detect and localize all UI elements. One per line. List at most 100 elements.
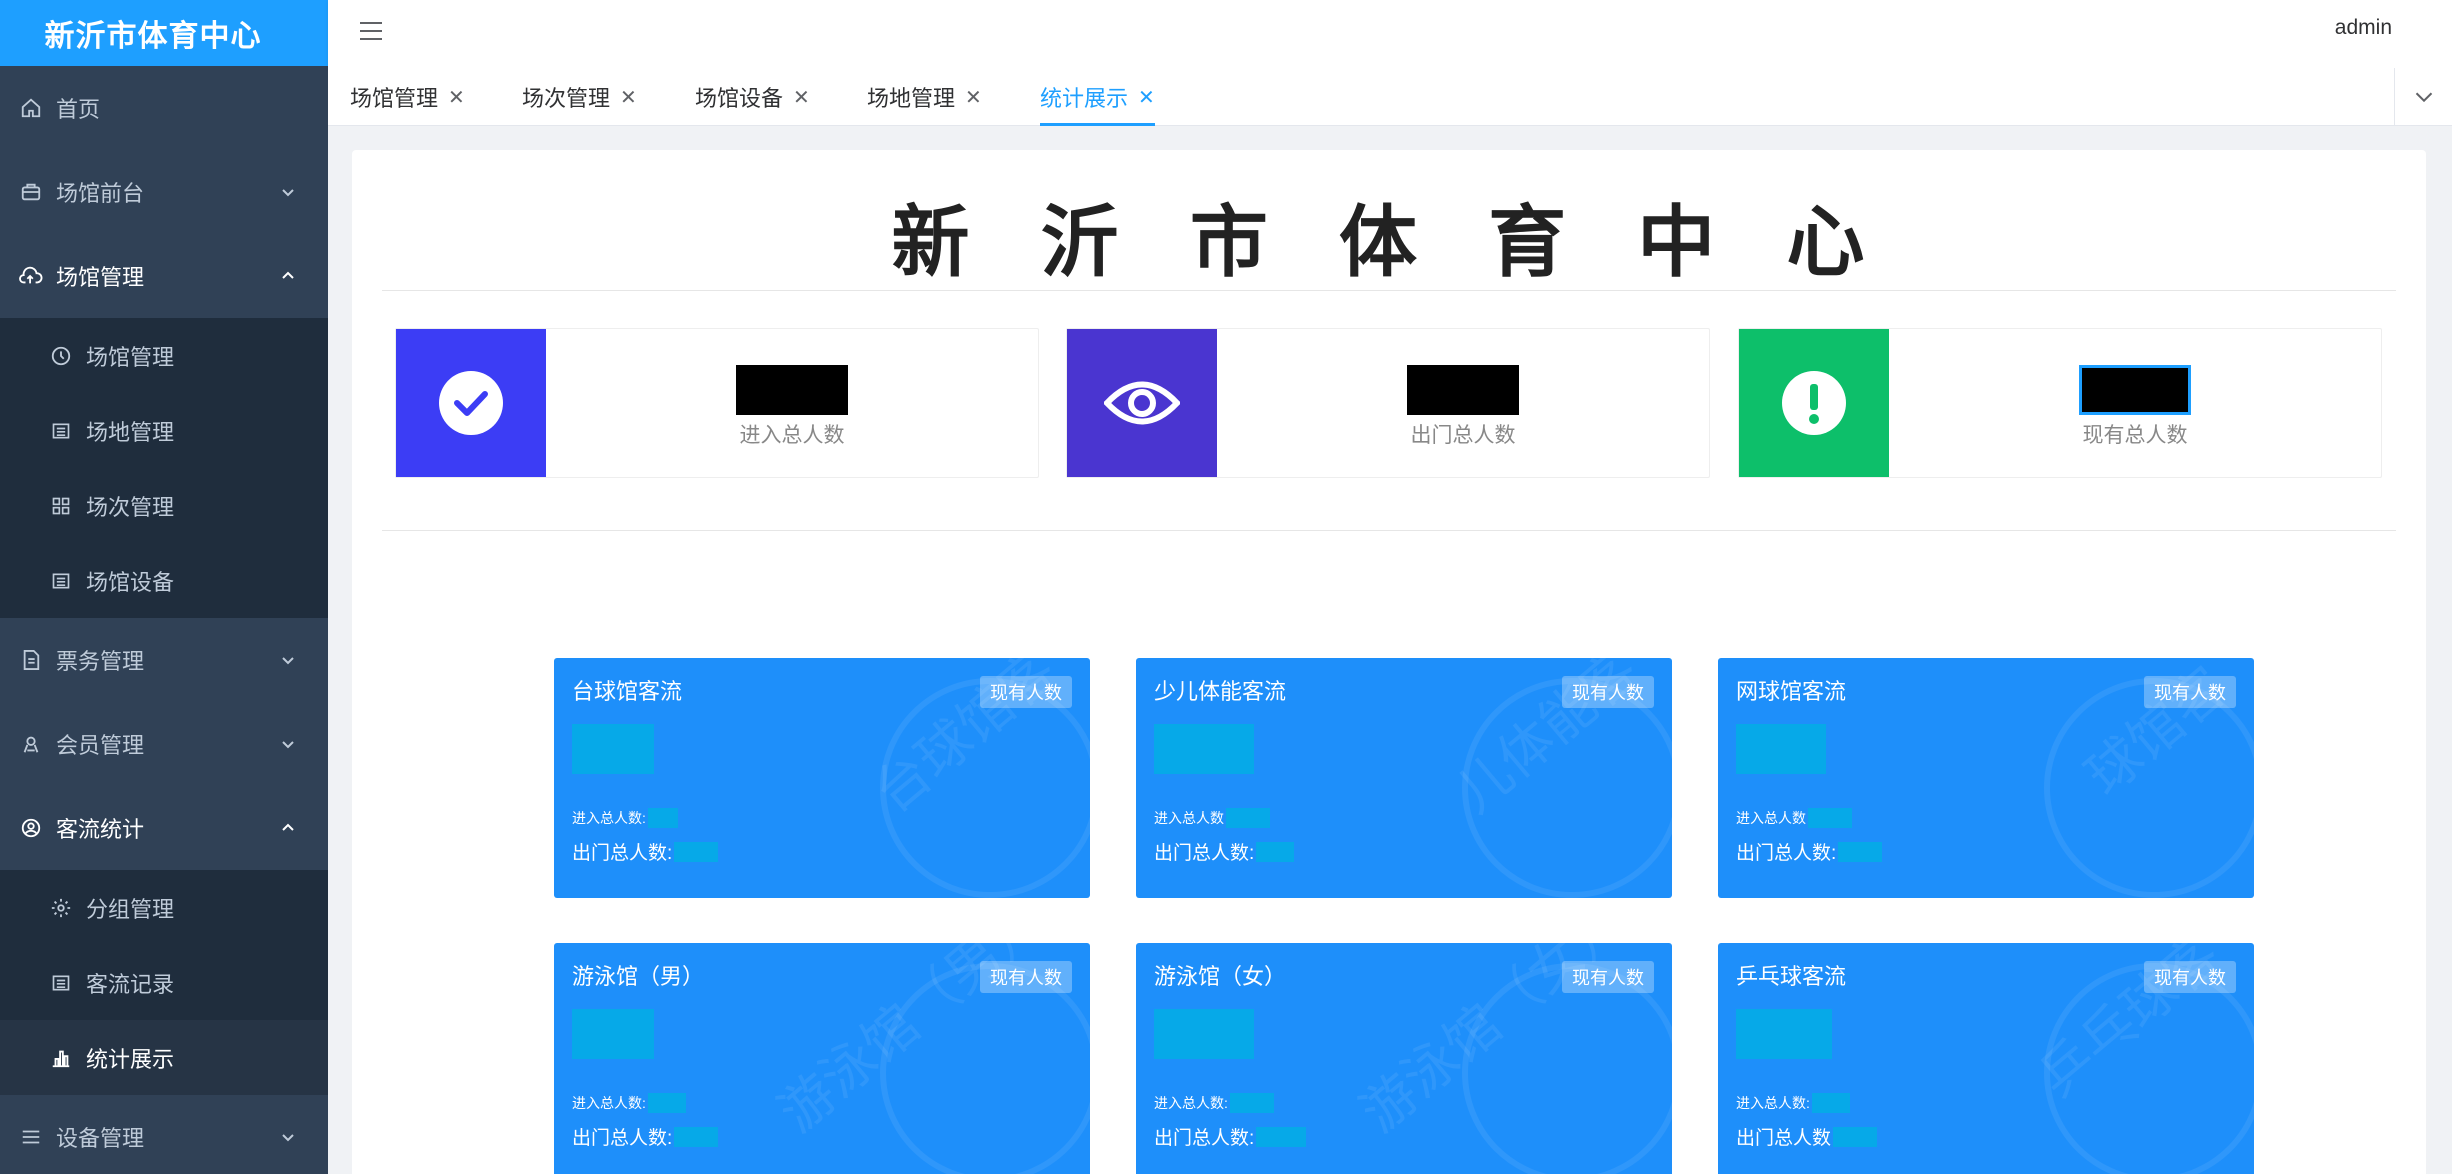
chevron-up-icon <box>282 271 294 279</box>
entered-row: 进入总人数 <box>1154 808 1270 828</box>
exited-label: 出门总人数 <box>1736 1128 1832 1149</box>
sidebar-item-label: 场次管理 <box>86 494 175 520</box>
current-count <box>1154 724 1254 774</box>
status-badge: 现有人数 <box>2144 676 2236 708</box>
entered-value <box>1226 808 1270 828</box>
sidebar-item-front-desk[interactable]: 场馆前台 <box>0 150 328 234</box>
status-badge: 现有人数 <box>1562 961 1654 993</box>
exited-row: 出门总人数: <box>572 838 719 865</box>
sidebar-item-session[interactable]: 场次管理 <box>0 468 328 543</box>
traffic-card-swimming-women: 游泳馆（女） 游泳馆（女） 现有人数 进入总人数: 出门总人数: <box>1136 943 1672 1174</box>
page-scrollbar[interactable] <box>2446 68 2452 1174</box>
exited-value <box>1256 841 1295 862</box>
close-icon[interactable]: ✕ <box>448 85 465 110</box>
grid-icon <box>48 493 74 519</box>
traffic-card-kids-fitness: 儿体能客 少儿体能客流 现有人数 进入总人数 出门总人数: <box>1136 658 1672 898</box>
tab-label: 场次管理 <box>522 86 611 111</box>
tabs-dropdown[interactable] <box>2394 68 2452 125</box>
clock-icon <box>48 343 74 369</box>
stat-label: 现有总人数 <box>2082 424 2188 447</box>
card-title: 网球馆客流 <box>1736 679 1847 704</box>
stat-label: 进入总人数 <box>739 424 845 447</box>
exited-label: 出门总人数: <box>1154 843 1255 864</box>
tab-venue-equipment[interactable]: 场馆设备 ✕ <box>695 68 810 126</box>
stat-card-current: 现有总人数 <box>1738 328 2382 478</box>
entered-value <box>1811 1093 1850 1113</box>
sidebar-item-venue[interactable]: 场馆管理 <box>0 318 328 393</box>
redacted-value <box>1407 365 1519 415</box>
exited-row: 出门总人数: <box>1154 1123 1307 1150</box>
divider <box>382 530 2396 531</box>
entered-row: 进入总人数: <box>572 808 678 828</box>
current-count <box>1154 1009 1254 1059</box>
card-title: 台球馆客流 <box>572 679 683 704</box>
stat-label: 出门总人数 <box>1410 424 1516 447</box>
entered-label: 进入总人数: <box>572 1095 646 1111</box>
hamburger-icon[interactable] <box>358 18 384 44</box>
sidebar-item-members[interactable]: 会员管理 <box>0 702 328 786</box>
tab-field-management[interactable]: 场地管理 ✕ <box>867 68 982 126</box>
stat-card-exited: 出门总人数 <box>1066 328 1710 478</box>
sidebar-item-label: 票务管理 <box>56 649 145 674</box>
chevron-down-icon <box>282 741 294 749</box>
page-title: 新 沂 市 体 育 中 心 <box>891 198 1887 288</box>
sidebar-item-records[interactable]: 客流记录 <box>0 945 328 1020</box>
sidebar-item-label: 客流统计 <box>56 817 145 842</box>
home-icon <box>18 95 44 121</box>
redacted-value <box>736 365 848 415</box>
chevron-down-icon <box>2415 92 2432 102</box>
logo[interactable]: 新沂市体育中心 <box>0 0 328 66</box>
sidebar-item-label: 分组管理 <box>86 896 175 922</box>
sidebar-item-devices[interactable]: 设备管理 <box>0 1095 328 1174</box>
exited-label: 出门总人数: <box>572 1128 673 1149</box>
entered-row: 进入总人数: <box>1736 1093 1850 1113</box>
sidebar-item-statistics[interactable]: 统计展示 <box>0 1020 328 1095</box>
sidebar-item-traffic-stats[interactable]: 客流统计 <box>0 786 328 870</box>
sidebar-item-label: 场馆设备 <box>86 569 175 595</box>
user-menu[interactable]: admin <box>2335 16 2392 40</box>
user-circle-icon <box>18 815 44 841</box>
chevron-down-icon <box>282 1134 294 1142</box>
sidebar-item-label: 首页 <box>56 97 101 122</box>
exited-value <box>1256 1126 1307 1147</box>
entered-label: 进入总人数 <box>1154 810 1224 826</box>
exited-label: 出门总人数: <box>1736 843 1837 864</box>
entered-value <box>647 808 678 828</box>
close-icon[interactable]: ✕ <box>793 85 810 110</box>
tab-label: 统计展示 <box>1040 86 1129 111</box>
check-circle-icon <box>396 329 546 477</box>
close-icon[interactable]: ✕ <box>1138 85 1155 110</box>
sidebar-item-home[interactable]: 首页 <box>0 66 328 150</box>
sidebar-item-label: 场馆管理 <box>56 265 145 290</box>
card-title: 少儿体能客流 <box>1154 679 1287 704</box>
traffic-card-table-tennis: 乒乓球客 乒乓球客流 现有人数 进入总人数: 出门总人数 <box>1718 943 2254 1174</box>
card-title: 乒乓球客流 <box>1736 964 1847 989</box>
sidebar-item-equipment[interactable]: 场馆设备 <box>0 543 328 618</box>
sidebar-item-tickets[interactable]: 票务管理 <box>0 618 328 702</box>
submenu-traffic: 分组管理 客流记录 统计展示 <box>0 870 328 1095</box>
current-count <box>1736 1009 1832 1059</box>
submenu-venue: 场馆管理 场地管理 场次管理 场馆设备 <box>0 318 328 618</box>
entered-label: 进入总人数: <box>1736 1095 1810 1111</box>
divider <box>382 290 2396 291</box>
sidebar-item-label: 设备管理 <box>56 1126 145 1151</box>
tab-statistics[interactable]: 统计展示 ✕ <box>1040 68 1155 126</box>
entered-label: 进入总人数: <box>1154 1095 1228 1111</box>
sidebar-item-label: 客流记录 <box>86 971 175 997</box>
status-badge: 现有人数 <box>980 676 1072 708</box>
exited-label: 出门总人数: <box>1154 1128 1255 1149</box>
close-icon[interactable]: ✕ <box>965 85 982 110</box>
exited-row: 出门总人数: <box>1736 838 1883 865</box>
exited-label: 出门总人数: <box>572 843 673 864</box>
sidebar-item-field[interactable]: 场地管理 <box>0 393 328 468</box>
tab-session-management[interactable]: 场次管理 ✕ <box>522 68 637 126</box>
list-icon <box>48 970 74 996</box>
sidebar-item-groups[interactable]: 分组管理 <box>0 870 328 945</box>
sidebar-item-venue-management[interactable]: 场馆管理 <box>0 234 328 318</box>
tabs-bar: 场馆管理 ✕ 场次管理 ✕ 场馆设备 ✕ 场地管理 ✕ 统计展示 ✕ <box>328 68 2452 126</box>
list-icon <box>48 568 74 594</box>
exited-value <box>1838 841 1883 862</box>
close-icon[interactable]: ✕ <box>620 85 637 110</box>
exclamation-icon <box>1739 329 1889 477</box>
tab-venue-management[interactable]: 场馆管理 ✕ <box>350 68 465 126</box>
